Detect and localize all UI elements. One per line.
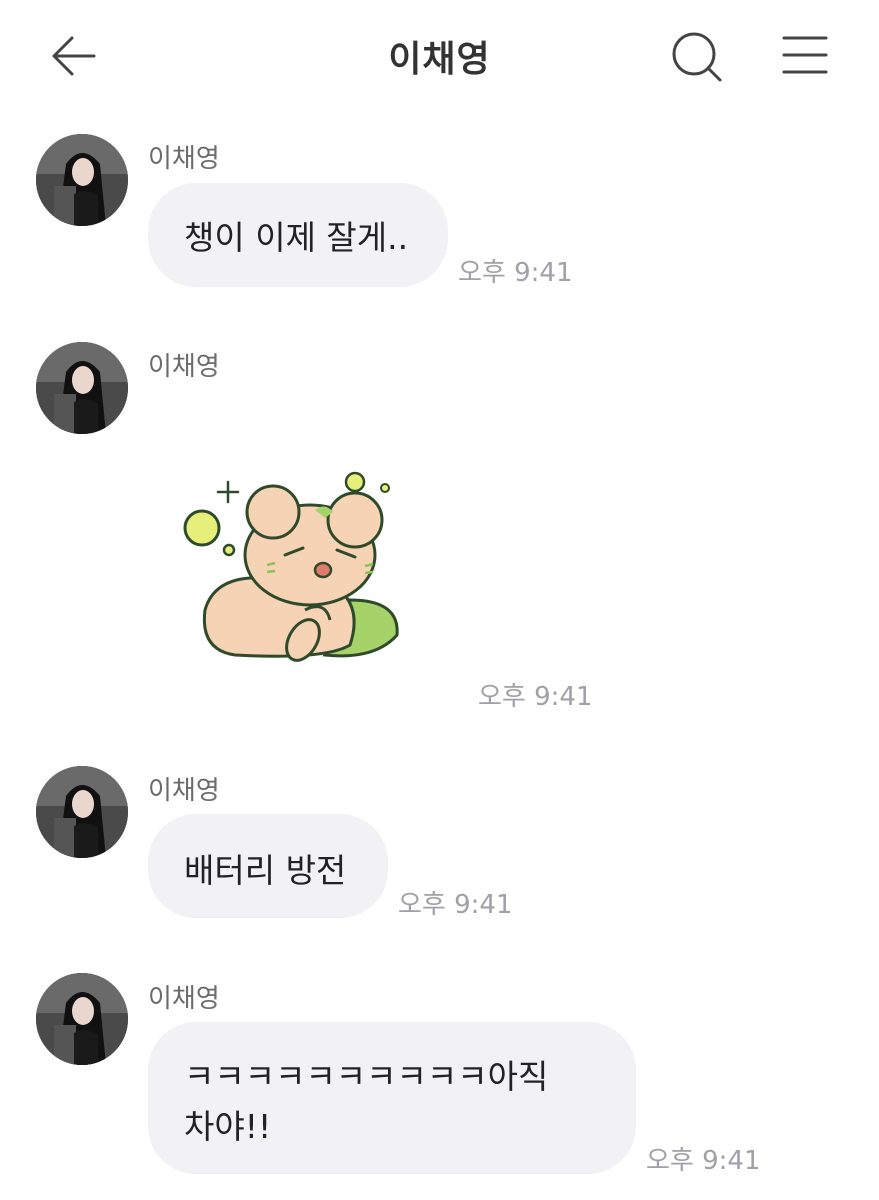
avatar[interactable] <box>36 973 128 1065</box>
chat-header: 이채영 <box>0 0 879 115</box>
chat-title: 이채영 <box>388 39 491 80</box>
message-text-line: ㅋㅋㅋㅋㅋㅋㅋㅋㅋㅋ아직 <box>184 1057 549 1096</box>
message-text-line: 차야!! <box>184 1107 272 1146</box>
avatar[interactable] <box>36 766 128 858</box>
sender-name: 이채영 <box>148 144 220 174</box>
hamster-sleepy-sticker-icon[interactable] <box>175 460 415 675</box>
sender-name: 이채영 <box>148 776 220 806</box>
message-time: 오후 9:41 <box>458 258 573 288</box>
message-bubble[interactable]: 챙이 이제 잘게.. <box>148 183 448 287</box>
message-bubble[interactable]: 배터리 방전 <box>148 814 388 918</box>
avatar[interactable] <box>36 134 128 226</box>
message-time: 오후 9:41 <box>646 1146 761 1176</box>
message-bubble[interactable]: ㅋㅋㅋㅋㅋㅋㅋㅋㅋㅋ아직 차야!! <box>148 1022 636 1174</box>
search-icon[interactable] <box>668 30 724 86</box>
avatar[interactable] <box>36 342 128 434</box>
hamburger-menu-icon[interactable] <box>780 32 830 78</box>
message-time: 오후 9:41 <box>478 682 593 712</box>
sender-name: 이채영 <box>148 984 220 1014</box>
sender-name: 이채영 <box>148 352 220 382</box>
message-time: 오후 9:41 <box>398 890 513 920</box>
